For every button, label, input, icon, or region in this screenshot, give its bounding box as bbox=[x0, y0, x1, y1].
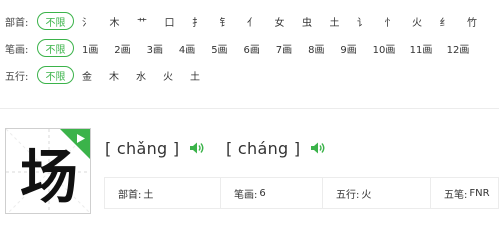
pinyin-text: [ chǎng ] bbox=[105, 138, 180, 158]
bihua-option[interactable]: 2画 bbox=[114, 41, 146, 56]
bushou-option[interactable]: 竹 bbox=[467, 14, 481, 29]
info-bihua: 笔画: 6 bbox=[220, 178, 322, 208]
bihua-option[interactable]: 10画 bbox=[373, 41, 410, 56]
bushou-option[interactable]: 火 bbox=[412, 14, 440, 29]
bihua-option[interactable]: 8画 bbox=[308, 41, 340, 56]
wuxing-all-button[interactable]: 不限 bbox=[37, 66, 74, 84]
bihua-option[interactable]: 3画 bbox=[147, 41, 179, 56]
wuxing-filter-label: 五行: bbox=[5, 71, 29, 83]
bihua-all-button[interactable]: 不限 bbox=[37, 39, 74, 57]
pinyin-reading-1: [ chǎng ] bbox=[105, 137, 205, 159]
pinyin-text: [ cháng ] bbox=[226, 138, 301, 158]
wuxing-filter-row: 五行: 不限 金 木 水 火 土 bbox=[5, 65, 217, 85]
info-bihua-value: 6 bbox=[259, 187, 266, 199]
info-bihua-key: 笔画: bbox=[234, 189, 258, 201]
bushou-option[interactable]: 亻 bbox=[247, 14, 275, 29]
pinyin-reading-2: [ cháng ] bbox=[226, 137, 326, 159]
wuxing-option[interactable]: 土 bbox=[190, 68, 217, 83]
section-divider bbox=[0, 108, 499, 109]
bihua-option[interactable]: 5画 bbox=[211, 41, 243, 56]
bushou-option[interactable]: 木 bbox=[110, 14, 138, 29]
bushou-option[interactable]: 讠 bbox=[357, 14, 385, 29]
info-wuxing: 五行: 火 bbox=[322, 178, 430, 208]
bushou-filter-row: 部首: 不限 氵 木 艹 口 扌 钅 亻 女 虫 土 讠 忄 火 纟 竹 bbox=[5, 11, 481, 31]
wuxing-option[interactable]: 火 bbox=[163, 68, 190, 83]
info-wubi-key: 五笔: bbox=[444, 189, 468, 201]
bihua-filter-label: 笔画: bbox=[5, 44, 29, 56]
bushou-option[interactable]: 钅 bbox=[220, 14, 248, 29]
wuxing-option[interactable]: 金 bbox=[82, 68, 109, 83]
info-wubi: 五笔: FNR bbox=[430, 178, 499, 208]
bushou-option[interactable]: 忄 bbox=[385, 14, 413, 29]
play-animation-icon[interactable] bbox=[60, 129, 90, 159]
bushou-option[interactable]: 虫 bbox=[302, 14, 330, 29]
info-bushou-value: 土 bbox=[143, 189, 154, 201]
bushou-option[interactable]: 艹 bbox=[137, 14, 165, 29]
bihua-option[interactable]: 7画 bbox=[276, 41, 308, 56]
bihua-filter-row: 笔画: 不限 1画 2画 3画 4画 5画 6画 7画 8画 9画 10画 11… bbox=[5, 38, 473, 58]
bushou-option[interactable]: 扌 bbox=[192, 14, 220, 29]
bushou-option[interactable]: 女 bbox=[275, 14, 303, 29]
wuxing-option[interactable]: 水 bbox=[136, 68, 163, 83]
wuxing-option[interactable]: 木 bbox=[109, 68, 136, 83]
bihua-option[interactable]: 4画 bbox=[179, 41, 211, 56]
speaker-icon[interactable] bbox=[189, 141, 205, 155]
speaker-icon[interactable] bbox=[310, 141, 326, 155]
info-wubi-value: FNR bbox=[469, 187, 490, 199]
character-box: 场 bbox=[5, 128, 91, 214]
character-info-bar: 部首: 土 笔画: 6 五行: 火 五笔: FNR bbox=[104, 177, 499, 209]
bushou-option[interactable]: 氵 bbox=[82, 14, 110, 29]
info-wuxing-value: 火 bbox=[361, 189, 372, 201]
info-bushou-key: 部首: bbox=[118, 189, 142, 201]
bihua-option[interactable]: 11画 bbox=[410, 41, 447, 56]
bushou-option[interactable]: 纟 bbox=[440, 14, 468, 29]
info-bushou: 部首: 土 bbox=[105, 178, 220, 208]
bushou-all-button[interactable]: 不限 bbox=[37, 12, 74, 30]
info-wuxing-key: 五行: bbox=[336, 189, 360, 201]
bushou-option[interactable]: 口 bbox=[165, 14, 193, 29]
bihua-option[interactable]: 6画 bbox=[243, 41, 275, 56]
bushou-filter-label: 部首: bbox=[5, 17, 29, 29]
bihua-option[interactable]: 1画 bbox=[82, 41, 114, 56]
bihua-option[interactable]: 12画 bbox=[447, 41, 473, 56]
bushou-option[interactable]: 土 bbox=[330, 14, 358, 29]
bihua-option[interactable]: 9画 bbox=[340, 41, 372, 56]
